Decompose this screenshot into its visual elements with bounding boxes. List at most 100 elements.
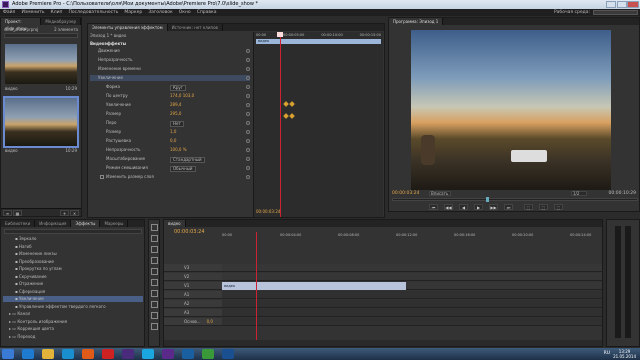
extract-icon[interactable]: ⬚ xyxy=(539,204,548,210)
effect-property-row[interactable]: Изменение времени xyxy=(90,66,250,72)
tab-source[interactable]: Источник: нет клипов xyxy=(168,24,223,31)
workspace-select[interactable] xyxy=(593,10,638,15)
checkbox[interactable] xyxy=(100,175,104,179)
reset-icon[interactable] xyxy=(246,94,250,98)
reset-icon[interactable] xyxy=(246,175,250,179)
acrobat-icon[interactable] xyxy=(102,349,114,359)
timeline-ruler[interactable]: 00:00 00:00:04:00 00:00:08:00 00:00:12:0… xyxy=(222,232,602,238)
track-header[interactable]: V2 xyxy=(164,273,222,281)
step-forward-icon[interactable]: ▶▶ xyxy=(489,204,498,210)
slip-tool-icon[interactable] xyxy=(151,290,158,297)
reset-icon[interactable] xyxy=(246,85,250,89)
playhead-handle[interactable] xyxy=(277,32,283,37)
effects-search-input[interactable] xyxy=(4,229,142,234)
photoshop-icon[interactable] xyxy=(182,349,194,359)
tab-info[interactable]: Информация xyxy=(35,220,72,227)
effect-item[interactable]: ▪ Нагиб xyxy=(3,244,143,250)
reset-icon[interactable] xyxy=(246,67,250,71)
effect-property-row[interactable]: Движение xyxy=(90,48,250,54)
clip-thumbnail[interactable] xyxy=(5,44,77,84)
explorer-icon[interactable] xyxy=(42,349,54,359)
menu-title[interactable]: Заголовок xyxy=(148,9,173,16)
lift-icon[interactable]: ⬚ xyxy=(524,204,533,210)
effect-property-row[interactable]: Непрозрачность 100,0 % xyxy=(90,147,250,153)
chrome-icon[interactable] xyxy=(202,349,214,359)
effect-property-row[interactable]: По центру 174,0 103,0 xyxy=(90,93,250,99)
reset-icon[interactable] xyxy=(246,148,250,152)
reset-icon[interactable] xyxy=(246,130,250,134)
effect-property-row[interactable]: Увеличение 289,4 xyxy=(90,102,250,108)
property-value[interactable]: 289,4 xyxy=(170,102,181,108)
tab-sequence[interactable]: видео xyxy=(164,220,186,227)
menu-window[interactable]: Окно xyxy=(179,9,191,16)
effects-folder[interactable]: ▸ ▭ Канал xyxy=(3,311,143,317)
step-back-icon[interactable]: ◀ xyxy=(459,204,468,210)
effects-folder[interactable]: ▸ ▭ Переход xyxy=(3,334,143,340)
timeline-clip[interactable]: видео xyxy=(222,282,406,290)
pr-icon[interactable] xyxy=(162,349,174,359)
menu-marker[interactable]: Маркер xyxy=(124,9,142,16)
property-dropdown[interactable]: Круг xyxy=(170,85,186,91)
menu-file[interactable]: Файл xyxy=(3,9,15,16)
effect-item[interactable]: ▪ Изменение линзы xyxy=(3,251,143,257)
clock[interactable]: 13:29 21.05.2014 xyxy=(613,349,636,359)
clip-thumbnail-selected[interactable] xyxy=(3,96,79,148)
list-view-icon[interactable]: ≡ xyxy=(3,210,12,216)
effect-item[interactable]: ▪ Сферизация xyxy=(3,289,143,295)
rolling-edit-tool-icon[interactable] xyxy=(151,257,158,264)
menu-sequence[interactable]: Последовательность xyxy=(68,9,118,16)
effect-property-row[interactable]: Размер 1,0 xyxy=(90,129,250,135)
property-value[interactable]: 1,0 xyxy=(170,129,176,135)
hand-tool-icon[interactable] xyxy=(151,312,158,319)
effect-item[interactable]: ▪ Отражение xyxy=(3,281,143,287)
selection-tool-icon[interactable] xyxy=(151,224,158,231)
effect-property-row[interactable]: Форма Круг xyxy=(90,84,250,91)
effect-property-row[interactable]: Увеличение xyxy=(90,75,250,81)
ripple-edit-tool-icon[interactable] xyxy=(151,246,158,253)
track-header[interactable]: Основ... 0,0 xyxy=(164,318,222,326)
menu-help[interactable]: Справка xyxy=(197,9,217,16)
timeline-timecode[interactable]: 00:00:03:24 xyxy=(174,229,205,235)
quality-select[interactable]: 1/2 xyxy=(571,191,587,196)
effect-property-row[interactable]: Режим смешивания Обычный xyxy=(90,165,250,172)
zoom-tool-icon[interactable] xyxy=(151,323,158,330)
reset-icon[interactable] xyxy=(246,121,250,125)
skype-icon[interactable] xyxy=(142,349,154,359)
property-dropdown[interactable]: Обычный xyxy=(170,166,196,172)
keyframe[interactable] xyxy=(283,101,289,107)
effect-property-row[interactable]: Изменить размер слоя xyxy=(90,174,250,180)
step-back-far-icon[interactable]: ◀◀ xyxy=(444,204,453,210)
firefox-icon[interactable] xyxy=(82,349,94,359)
minimize-button[interactable] xyxy=(606,1,616,8)
effect-property-row[interactable]: Размер 295,0 xyxy=(90,111,250,117)
playhead[interactable] xyxy=(280,32,281,217)
property-value[interactable]: 0,0 xyxy=(170,138,176,144)
track-header[interactable]: A2 xyxy=(164,300,222,308)
reset-icon[interactable] xyxy=(246,157,250,161)
effect-item[interactable]: ▪ Преобразование xyxy=(3,259,143,265)
keyframe[interactable] xyxy=(283,113,289,119)
effect-item[interactable]: ▪ Прокрутка по углам xyxy=(3,266,143,272)
effect-property-row[interactable]: Масштабирование Стандартный xyxy=(90,156,250,163)
reset-icon[interactable] xyxy=(246,49,250,53)
fit-select[interactable]: Вписать xyxy=(429,191,451,196)
maximize-button[interactable] xyxy=(617,1,627,8)
program-playhead[interactable] xyxy=(485,197,489,202)
track-header[interactable]: A1 xyxy=(164,291,222,299)
effect-item[interactable]: ▪ Скручивание xyxy=(3,274,143,280)
media-icon[interactable] xyxy=(62,349,74,359)
new-item-icon[interactable]: + xyxy=(60,210,69,216)
tab-markers[interactable]: Маркеры xyxy=(100,220,129,227)
reset-icon[interactable] xyxy=(246,103,250,107)
effect-property-row[interactable]: Растушевка 0,0 xyxy=(90,138,250,144)
keyframe[interactable] xyxy=(289,113,295,119)
reset-icon[interactable] xyxy=(246,166,250,170)
ie-icon[interactable] xyxy=(22,349,34,359)
tab-effect-controls[interactable]: Элементы управления эффектом xyxy=(88,24,168,31)
close-button[interactable] xyxy=(627,1,639,8)
marker-icon[interactable]: ⏮ xyxy=(429,204,438,210)
track-header[interactable]: A3 xyxy=(164,309,222,317)
tab-project[interactable]: Проект: slide_show xyxy=(1,18,42,31)
program-timecode[interactable]: 00:00:03:24 xyxy=(392,191,419,196)
property-value[interactable]: 295,0 xyxy=(170,111,181,117)
